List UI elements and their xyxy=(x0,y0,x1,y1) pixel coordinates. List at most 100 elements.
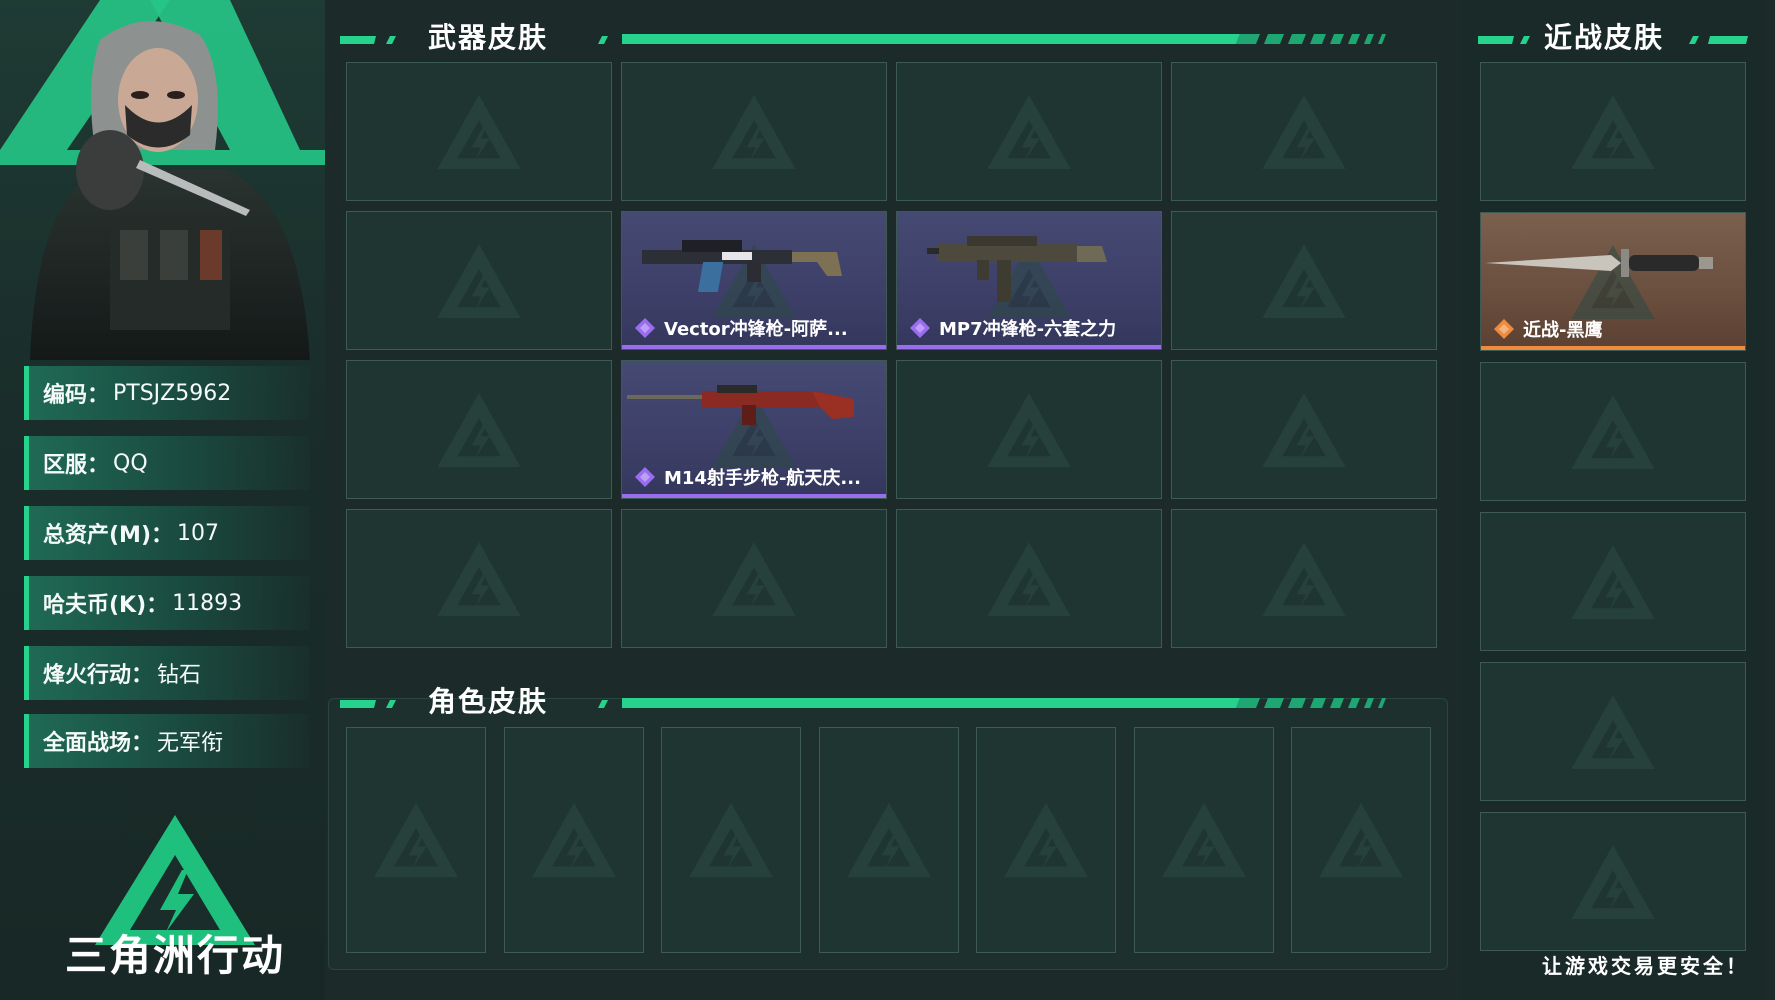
delta-watermark-icon xyxy=(1262,94,1346,169)
rarity-bar xyxy=(1481,346,1745,350)
skin-name: MP7冲锋枪-六套之力 xyxy=(939,319,1117,340)
profile-field-server: 区服： QQ xyxy=(24,436,310,490)
weapon-skin-card[interactable]: M14射手步枪-航天庆... xyxy=(621,360,887,499)
melee-skins-title: 近战皮肤 xyxy=(1544,21,1665,54)
delta-watermark-icon xyxy=(987,392,1071,467)
delta-watermark-icon xyxy=(1571,694,1655,769)
field-label: 烽火行动： xyxy=(43,663,154,688)
skin-caption: MP7冲锋枪-六套之力 xyxy=(909,315,1116,341)
delta-watermark-icon xyxy=(987,94,1071,169)
profile-field-haf-coin: 哈夫币(K)： 11893 xyxy=(24,576,310,630)
weapon-skin-slot[interactable] xyxy=(1171,211,1437,350)
melee-skin-card[interactable]: 近战-黑鹰 xyxy=(1480,212,1746,351)
rarity-diamond-icon xyxy=(635,318,655,338)
weapon-skin-slot[interactable] xyxy=(621,509,887,648)
profile-field-battlefield-rank: 全面战场： 无军衔 xyxy=(24,714,310,768)
role-skin-slot[interactable] xyxy=(661,727,801,953)
melee-skin-slot[interactable] xyxy=(1480,512,1746,651)
game-logo-text: 三角洲行动 xyxy=(64,931,285,980)
skin-caption: 近战-黑鹰 xyxy=(1493,316,1602,342)
role-skins-header: 角色皮肤 xyxy=(340,678,1450,718)
delta-watermark-icon xyxy=(1262,243,1346,318)
weapon-skin-slot[interactable] xyxy=(346,360,612,499)
field-label: 总资产(M)： xyxy=(43,523,174,548)
rarity-diamond-icon xyxy=(910,318,930,338)
delta-watermark-icon xyxy=(1571,844,1655,919)
profile-panel: 编码： PTSJZ5962 区服： QQ 总资产(M)： 107 哈夫币(K)：… xyxy=(0,0,325,1000)
delta-watermark-icon xyxy=(1262,392,1346,467)
weapon-skin-slot[interactable] xyxy=(1171,360,1437,499)
profile-field-total-assets: 总资产(M)： 107 xyxy=(24,506,310,560)
delta-watermark-icon xyxy=(712,94,796,169)
role-skin-slot[interactable] xyxy=(346,727,486,953)
mp7-smg-icon xyxy=(927,236,1107,302)
weapon-skin-card[interactable]: Vector冲锋枪-阿萨... xyxy=(621,211,887,350)
rarity-bar xyxy=(622,345,886,349)
skin-caption: M14射手步枪-航天庆... xyxy=(634,464,861,490)
skin-caption: Vector冲锋枪-阿萨... xyxy=(634,315,848,341)
delta-watermark-icon xyxy=(1571,544,1655,619)
field-label: 区服： xyxy=(43,453,110,478)
weapon-skin-card[interactable]: MP7冲锋枪-六套之力 xyxy=(896,211,1162,350)
weapon-skin-slot[interactable] xyxy=(346,211,612,350)
rarity-diamond-icon xyxy=(1494,319,1514,339)
rarity-bar xyxy=(622,494,886,498)
field-label: 哈夫币(K)： xyxy=(43,593,169,618)
skin-name: Vector冲锋枪-阿萨... xyxy=(664,319,848,340)
weapon-skin-slot[interactable] xyxy=(896,360,1162,499)
profile-field-operation-rank: 烽火行动： 钻石 xyxy=(24,646,310,700)
weapon-skin-slot[interactable] xyxy=(621,62,887,201)
weapon-skin-slot[interactable] xyxy=(896,62,1162,201)
vector-smg-icon xyxy=(642,240,842,292)
delta-watermark-icon xyxy=(531,802,616,878)
field-value: 钻石 xyxy=(157,663,202,688)
skin-name: 近战-黑鹰 xyxy=(1523,320,1603,341)
role-skin-slot[interactable] xyxy=(503,727,644,953)
weapon-skins-title: 武器皮肤 xyxy=(428,21,549,54)
brand-slogan: 让游戏交易更安全！ xyxy=(1542,954,1749,978)
field-value: QQ xyxy=(113,450,148,476)
field-label: 全面战场： xyxy=(43,731,154,756)
combat-knife-icon xyxy=(1485,249,1713,277)
rarity-diamond-icon xyxy=(635,467,655,487)
weapon-skins-header: 武器皮肤 xyxy=(340,14,1450,54)
melee-skin-slot[interactable] xyxy=(1480,62,1746,201)
melee-skin-slot[interactable] xyxy=(1480,362,1746,501)
weapon-skin-slot[interactable] xyxy=(896,509,1162,648)
delta-watermark-icon xyxy=(1004,802,1088,878)
weapon-skin-slot[interactable] xyxy=(1171,62,1437,201)
field-value: 11893 xyxy=(172,590,243,616)
field-value: PTSJZ5962 xyxy=(113,380,232,406)
weapon-skin-slot[interactable] xyxy=(346,509,612,648)
delta-watermark-icon xyxy=(1262,541,1346,616)
delta-watermark-icon xyxy=(437,541,521,616)
melee-skin-slot[interactable] xyxy=(1480,812,1746,951)
delta-watermark-icon xyxy=(437,243,521,318)
rarity-bar xyxy=(897,345,1161,349)
delta-watermark-icon xyxy=(1319,802,1403,878)
character-avatar xyxy=(30,21,310,360)
role-skin-slot[interactable] xyxy=(1291,727,1431,953)
field-value: 无军衔 xyxy=(157,731,224,756)
role-skin-slot[interactable] xyxy=(976,727,1116,953)
delta-watermark-icon xyxy=(1571,94,1655,169)
melee-skins-header: 近战皮肤 xyxy=(1478,14,1763,54)
weapon-skin-slot[interactable] xyxy=(1171,509,1437,648)
profile-field-code: 编码： PTSJZ5962 xyxy=(24,366,310,420)
delta-watermark-icon xyxy=(437,94,521,169)
field-label: 编码： xyxy=(43,383,110,408)
melee-skin-slot[interactable] xyxy=(1480,662,1746,801)
role-skins-title: 角色皮肤 xyxy=(428,685,549,718)
delta-watermark-icon xyxy=(987,541,1071,616)
delta-watermark-icon xyxy=(689,802,773,878)
weapon-skin-slot[interactable] xyxy=(346,62,612,201)
role-skin-slot[interactable] xyxy=(1133,727,1274,953)
delta-watermark-icon xyxy=(374,802,458,878)
delta-watermark-icon xyxy=(846,802,931,878)
delta-watermark-icon xyxy=(437,392,521,467)
role-skin-slot[interactable] xyxy=(818,727,959,953)
delta-watermark-icon xyxy=(1571,394,1655,469)
delta-watermark-icon xyxy=(712,541,796,616)
m14-rifle-icon xyxy=(627,385,854,425)
field-value: 107 xyxy=(177,520,220,546)
